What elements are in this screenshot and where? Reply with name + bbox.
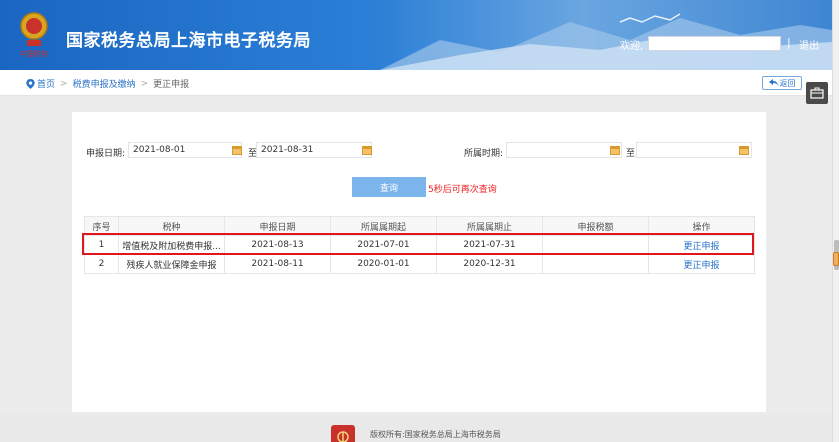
- to-label: 至: [626, 149, 636, 159]
- col-header-amount: 申报税额: [542, 216, 649, 236]
- breadcrumb-bar: 首页 > 税费申报及缴纳 > 更正申报 返回: [0, 70, 832, 96]
- table-header-row: 序号 税种 申报日期 所属属期起 所属属期止 申报税额 操作: [84, 216, 755, 236]
- cell-filing-date: 2021-08-13: [224, 235, 331, 255]
- filing-date-from-input[interactable]: 2021-08-01: [128, 142, 242, 158]
- back-button[interactable]: 返回: [762, 76, 802, 90]
- col-header-period-start: 所属属期起: [330, 216, 437, 236]
- svg-text:中国税务: 中国税务: [20, 49, 48, 58]
- col-header-period-end: 所属属期止: [436, 216, 543, 236]
- breadcrumb-arrow: >: [140, 78, 149, 89]
- cell-amount: [542, 235, 649, 255]
- filing-date-label: 申报日期:: [86, 149, 126, 159]
- col-header-filing-date: 申报日期: [224, 216, 331, 236]
- period-to-input[interactable]: [636, 142, 752, 158]
- calendar-icon[interactable]: [232, 145, 242, 155]
- col-header-tax-type: 税种: [118, 216, 225, 236]
- filing-table: 序号 税种 申报日期 所属属期起 所属属期止 申报税额 操作 1 增值税及附加税…: [84, 216, 755, 274]
- location-pin-icon: [26, 78, 35, 89]
- cell-period-start: 2021-07-01: [330, 235, 437, 255]
- query-button[interactable]: 查询: [352, 177, 426, 197]
- col-header-action: 操作: [648, 216, 755, 236]
- cell-tax-type: 残疾人就业保障金申报: [118, 254, 225, 274]
- cell-index: 2: [84, 254, 119, 274]
- period-from-input[interactable]: [506, 142, 622, 158]
- header-separator: |: [787, 36, 791, 49]
- calendar-icon[interactable]: [739, 145, 749, 155]
- correct-filing-link[interactable]: 更正申报: [683, 242, 719, 252]
- back-button-label: 返回: [779, 78, 796, 88]
- cell-action: 更正申报: [648, 235, 755, 255]
- mountain-banner: [380, 13, 832, 70]
- national-emblem-icon: 中国税务: [20, 12, 48, 58]
- breadcrumb-arrow: >: [60, 78, 68, 89]
- site-title: 国家税务总局上海市电子税务局: [66, 31, 311, 51]
- cell-amount: [542, 254, 649, 274]
- site-footer: 版权所有:国家税务总局上海市税务局: [0, 415, 832, 442]
- cell-period-start: 2020-01-01: [330, 254, 437, 274]
- site-header: 中国税务 国家税务总局上海市电子税务局 欢迎, | 退出: [0, 0, 832, 70]
- logout-link[interactable]: 退出: [799, 37, 819, 52]
- col-header-index: 序号: [84, 216, 119, 236]
- period-label: 所属时期:: [464, 149, 504, 159]
- content-card: 申报日期: 2021-08-01 至 2021-08-31 所属时期: 至 查询…: [72, 112, 766, 412]
- cell-filing-date: 2021-08-11: [224, 254, 331, 274]
- scroll-marker: [833, 252, 839, 266]
- cell-tax-type: 增值税及附加税费申报...: [118, 235, 225, 255]
- cell-period-end: 2021-07-31: [436, 235, 543, 255]
- cell-action: 更正申报: [648, 254, 755, 274]
- toolbox-icon: [810, 87, 824, 99]
- breadcrumb-home[interactable]: 首页: [37, 77, 55, 90]
- tax-bureau-logo-icon: [331, 425, 355, 442]
- cell-period-end: 2020-12-31: [436, 254, 543, 274]
- username-field: [648, 36, 781, 51]
- filing-date-to-input[interactable]: 2021-08-31: [256, 142, 372, 158]
- toolbox-button[interactable]: [806, 82, 828, 104]
- breadcrumb-tax-filing[interactable]: 税费申报及缴纳: [73, 77, 136, 90]
- return-arrow-icon: [768, 79, 779, 87]
- breadcrumb-current: 更正申报: [153, 80, 190, 90]
- calendar-icon[interactable]: [362, 145, 372, 155]
- table-row: 1 增值税及附加税费申报... 2021-08-13 2021-07-01 20…: [84, 235, 755, 255]
- correct-filing-link[interactable]: 更正申报: [683, 261, 719, 271]
- page-scrollbar[interactable]: [832, 0, 839, 442]
- breadcrumb: 首页 > 税费申报及缴纳 > 更正申报: [26, 77, 189, 90]
- copyright-text: 版权所有:国家税务总局上海市税务局: [370, 430, 501, 439]
- table-row: 2 残疾人就业保障金申报 2021-08-11 2020-01-01 2020-…: [84, 254, 755, 274]
- query-cooldown-hint: 5秒后可再次查询: [428, 185, 497, 195]
- welcome-text: 欢迎,: [620, 41, 644, 52]
- cell-index: 1: [84, 235, 119, 255]
- calendar-icon[interactable]: [610, 145, 620, 155]
